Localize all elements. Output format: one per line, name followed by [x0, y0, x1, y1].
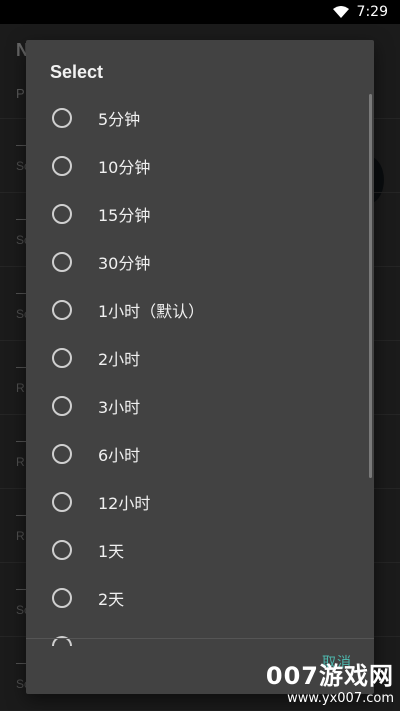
option-2days[interactable]: 2天 [26, 574, 374, 622]
radio-unchecked-icon[interactable] [52, 348, 72, 368]
option-15min[interactable]: 15分钟 [26, 190, 374, 238]
option-2hours[interactable]: 2小时 [26, 334, 374, 382]
watermark-url: www.yx007.com [287, 691, 394, 706]
status-time: 7:29 [356, 4, 388, 20]
wifi-icon [332, 6, 349, 18]
option-label: 6小时 [98, 446, 141, 465]
option-1hour-default[interactable]: 1小时（默认） [26, 286, 374, 334]
option-label: 5分钟 [98, 110, 141, 129]
radio-unchecked-icon[interactable] [52, 588, 72, 608]
divider [26, 638, 374, 639]
radio-unchecked-icon[interactable] [52, 540, 72, 560]
watermark-title: 007游戏网 [265, 662, 394, 690]
option-label: 2天 [98, 590, 125, 609]
radio-unchecked-icon[interactable] [52, 204, 72, 224]
option-1day[interactable]: 1天 [26, 526, 374, 574]
scrollbar[interactable] [369, 94, 372, 478]
option-label: 3小时 [98, 398, 141, 417]
option-label: 15分钟 [98, 206, 151, 225]
option-label: 1小时（默认） [98, 302, 205, 321]
option-5min[interactable]: 5分钟 [26, 94, 374, 142]
radio-unchecked-icon[interactable] [52, 492, 72, 512]
option-label: 30分钟 [98, 254, 151, 273]
radio-unchecked-icon[interactable] [52, 156, 72, 176]
option-10min[interactable]: 10分钟 [26, 142, 374, 190]
option-label: 2小时 [98, 350, 141, 369]
radio-unchecked-icon[interactable] [52, 444, 72, 464]
option-30min[interactable]: 30分钟 [26, 238, 374, 286]
radio-unchecked-icon[interactable] [52, 252, 72, 272]
option-6hours[interactable]: 6小时 [26, 430, 374, 478]
option-label: 10分钟 [98, 158, 151, 177]
status-bar: 7:29 [0, 0, 400, 24]
option-12hours[interactable]: 12小时 [26, 478, 374, 526]
radio-unchecked-icon[interactable] [52, 396, 72, 416]
radio-unchecked-icon[interactable] [52, 108, 72, 128]
option-label: 1天 [98, 542, 125, 561]
option-label: 12小时 [98, 494, 151, 513]
radio-unchecked-icon[interactable] [52, 300, 72, 320]
watermark: 007游戏网 www.yx007.com [266, 656, 394, 706]
dialog-title: Select [50, 62, 104, 82]
option-3hours[interactable]: 3小时 [26, 382, 374, 430]
option-list[interactable]: 5分钟 10分钟 15分钟 30分钟 1小时（默认） 2小时 3小时 6小时 1… [26, 94, 374, 638]
select-dialog: Select 5分钟 10分钟 15分钟 30分钟 1小时（默认） 2小时 3小… [26, 40, 374, 694]
